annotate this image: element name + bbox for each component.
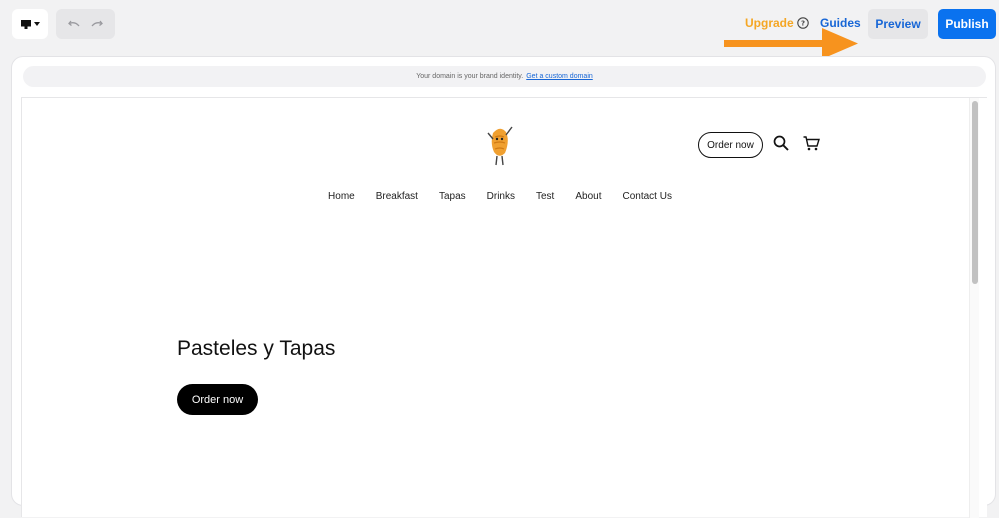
search-icon[interactable] — [773, 135, 789, 151]
desktop-icon — [20, 19, 31, 29]
undo-button[interactable] — [67, 19, 80, 29]
cart-icon[interactable] — [803, 136, 820, 151]
header-order-button[interactable]: Order now — [698, 132, 763, 158]
redo-button[interactable] — [91, 19, 104, 29]
nav-item-contact-us[interactable]: Contact Us — [622, 191, 671, 207]
nav-item-about[interactable]: About — [575, 191, 601, 207]
redo-icon — [91, 20, 104, 27]
nav-item-drinks[interactable]: Drinks — [487, 191, 515, 207]
undo-redo-group — [56, 9, 115, 39]
domain-banner: Your domain is your brand identity. Get … — [23, 66, 986, 87]
editor-toolbar: Upgrade ? Guides Preview Publish — [0, 0, 999, 59]
croissant-logo — [487, 126, 513, 166]
nav-item-tapas[interactable]: Tapas — [439, 191, 466, 207]
caret-down-icon — [33, 21, 40, 26]
scrollbar-thumb[interactable] — [972, 101, 978, 284]
device-switcher-button[interactable] — [12, 9, 48, 39]
undo-icon — [67, 20, 80, 27]
nav-item-test[interactable]: Test — [536, 191, 554, 207]
nav-item-breakfast[interactable]: Breakfast — [376, 191, 418, 207]
hero-title: Pasteles y Tapas — [177, 337, 336, 360]
site-preview: Order now Home Breakfast Tapas Drinks Te… — [21, 97, 987, 518]
preview-button[interactable]: Preview — [868, 9, 928, 39]
scrollbar[interactable] — [969, 98, 979, 518]
custom-domain-link[interactable]: Get a custom domain — [526, 73, 593, 80]
nav-item-home[interactable]: Home — [328, 191, 355, 207]
editor-canvas-frame: Your domain is your brand identity. Get … — [11, 56, 996, 518]
publish-button[interactable]: Publish — [938, 9, 996, 39]
hero-order-button[interactable]: Order now — [177, 384, 258, 415]
site-navigation: Home Breakfast Tapas Drinks Test About C… — [22, 191, 978, 207]
domain-banner-text: Your domain is your brand identity. — [416, 73, 524, 80]
